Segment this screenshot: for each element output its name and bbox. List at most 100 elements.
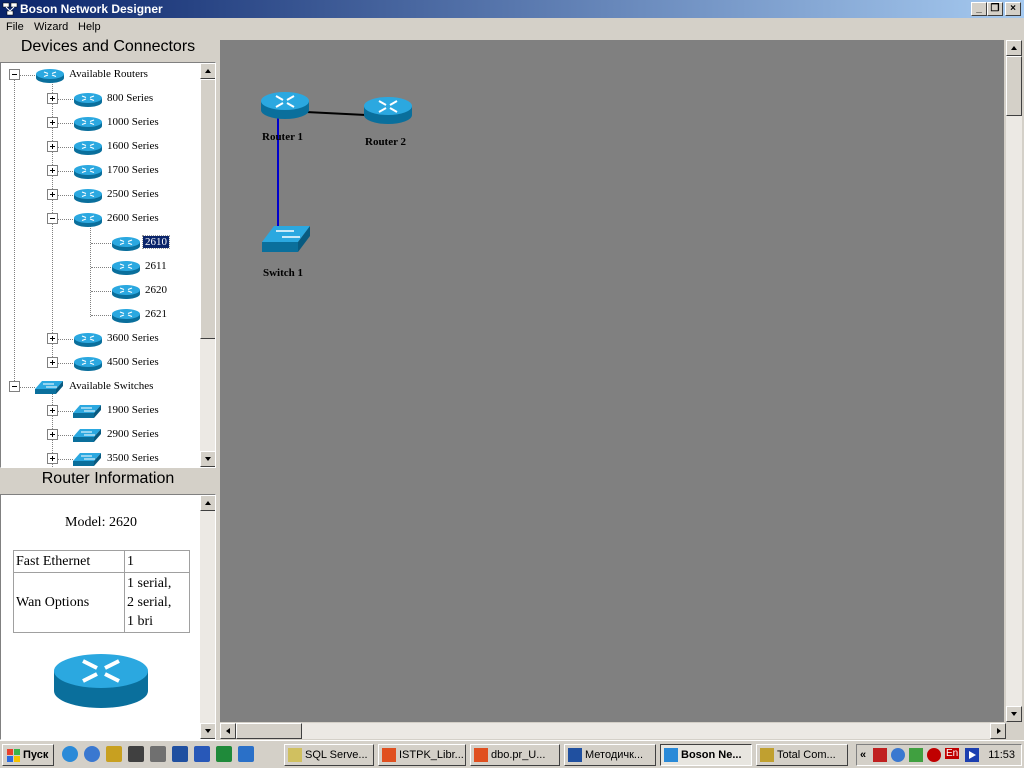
tree-scroll-thumb[interactable] <box>200 79 215 339</box>
taskbar-button-label: Boson Ne... <box>681 749 742 761</box>
app-icon <box>382 748 396 762</box>
excel-icon[interactable] <box>216 746 232 762</box>
tree-item[interactable]: Available Routers <box>1 65 200 85</box>
tree-scrollbar[interactable] <box>200 63 215 467</box>
tree-item[interactable]: 4500 Series <box>1 353 200 373</box>
switch-icon <box>73 451 103 467</box>
word-icon[interactable] <box>194 746 210 762</box>
tray-security-icon[interactable] <box>927 748 941 762</box>
tree-item[interactable]: 2600 Series <box>1 209 200 229</box>
expand-icon[interactable] <box>47 405 58 416</box>
switch1-node[interactable] <box>262 226 310 252</box>
chess-icon[interactable] <box>128 746 144 762</box>
tree-item[interactable]: 2900 Series <box>1 425 200 445</box>
expand-icon[interactable] <box>47 453 58 464</box>
router-icon <box>73 91 103 110</box>
tree-item[interactable]: 1700 Series <box>1 161 200 181</box>
tree-scroll-up-button[interactable] <box>200 63 215 79</box>
device-tree: Available Routers 800 Series 1000 Series 16… <box>0 62 216 468</box>
close-button[interactable]: × <box>1005 2 1021 16</box>
tree-guide-line <box>91 291 111 292</box>
collapse-icon[interactable] <box>47 213 58 224</box>
window-title: Boson Network Designer <box>20 2 163 16</box>
collapse-icon[interactable] <box>9 381 20 392</box>
taskbar-button-label: Методичк... <box>585 749 644 761</box>
tree-item[interactable]: 800 Series <box>1 89 200 109</box>
expand-icon[interactable] <box>47 333 58 344</box>
ie-icon[interactable] <box>62 746 78 762</box>
tree-item[interactable]: 2611 <box>1 257 200 277</box>
expand-icon[interactable] <box>47 189 58 200</box>
expand-icon[interactable] <box>47 357 58 368</box>
router2-node[interactable] <box>364 97 412 124</box>
maximize-button[interactable]: ❐ <box>987 2 1003 16</box>
save-icon[interactable] <box>172 746 188 762</box>
tree-item[interactable]: 2621 <box>1 305 200 325</box>
canvas-scroll-left-button[interactable] <box>220 723 236 739</box>
link-router1-router2[interactable] <box>305 111 367 116</box>
tree-item-label: 3500 Series <box>107 452 159 464</box>
info-scroll-down-button[interactable] <box>200 723 215 739</box>
expand-icon[interactable] <box>47 429 58 440</box>
canvas-hscroll-thumb[interactable] <box>236 723 302 739</box>
expand-icon[interactable] <box>47 165 58 176</box>
tree-scroll-down-button[interactable] <box>200 451 215 467</box>
router1-node[interactable] <box>261 92 309 119</box>
tree-item-label: 1600 Series <box>107 140 159 152</box>
taskbar-button[interactable]: ISTPK_Libr... <box>378 744 466 766</box>
network-icon[interactable] <box>150 746 166 762</box>
tray-network-icon[interactable] <box>891 748 905 762</box>
canvas-vscroll-thumb[interactable] <box>1006 56 1022 116</box>
canvas-vertical-scrollbar[interactable] <box>1006 40 1022 722</box>
router-info-panel: Model: 2620 Fast Ethernet 1 Wan Options … <box>0 494 216 740</box>
tree-item[interactable]: 1000 Series <box>1 113 200 133</box>
tree-item[interactable]: 3500 Series <box>1 449 200 467</box>
tray-app-icon[interactable] <box>873 748 887 762</box>
canvas-horizontal-scrollbar[interactable] <box>220 723 1006 739</box>
browser-icon[interactable] <box>84 746 100 762</box>
menu-wizard[interactable]: Wizard <box>34 21 68 33</box>
tree-item[interactable]: 1600 Series <box>1 137 200 157</box>
canvas-scroll-up-button[interactable] <box>1006 40 1022 56</box>
router-icon <box>111 283 141 302</box>
start-button[interactable]: Пуск <box>2 744 54 766</box>
canvas-scroll-down-button[interactable] <box>1006 706 1022 722</box>
tree-item[interactable]: 1900 Series <box>1 401 200 421</box>
collapse-icon[interactable] <box>9 69 20 80</box>
router-icon <box>73 139 103 158</box>
taskbar-button[interactable]: Boson Ne... <box>660 744 752 766</box>
network-canvas[interactable]: Router 1 Router 2 Switch 1 <box>220 40 1004 722</box>
expand-icon[interactable] <box>47 117 58 128</box>
router2-label: Router 2 <box>365 136 407 148</box>
app-icon <box>760 748 774 762</box>
tray-language-indicator[interactable]: En <box>945 748 960 759</box>
router-icon <box>73 211 103 230</box>
tree-item[interactable]: 3600 Series <box>1 329 200 349</box>
tree-item[interactable]: 2500 Series <box>1 185 200 205</box>
tray-expand-icon[interactable]: « <box>860 749 866 761</box>
tray-status-icon[interactable] <box>909 748 923 762</box>
info-scrollbar[interactable] <box>200 495 215 739</box>
menu-help[interactable]: Help <box>78 21 101 33</box>
menu-file[interactable]: File <box>6 21 24 33</box>
tree-item-label: 1900 Series <box>107 404 159 416</box>
tree-guide-line <box>91 243 111 244</box>
canvas-scroll-right-button[interactable] <box>990 723 1006 739</box>
expand-icon[interactable] <box>47 141 58 152</box>
minimize-button[interactable]: _ <box>971 2 987 16</box>
taskbar-button[interactable]: Total Com... <box>756 744 848 766</box>
app-icon <box>474 748 488 762</box>
taskbar-button[interactable]: dbo.pr_U... <box>470 744 560 766</box>
media-icon[interactable] <box>106 746 122 762</box>
info-scroll-up-button[interactable] <box>200 495 215 511</box>
expand-icon[interactable] <box>47 93 58 104</box>
taskbar-button[interactable]: Методичк... <box>564 744 656 766</box>
tree-item[interactable]: 2610 <box>1 233 200 253</box>
title-bar: Boson Network Designer _ ❐ × <box>0 0 1024 18</box>
taskbar-button[interactable]: SQL Serve... <box>284 744 374 766</box>
tree-item[interactable]: Available Switches <box>1 377 200 397</box>
tree-item[interactable]: 2620 <box>1 281 200 301</box>
outlook-icon[interactable] <box>238 746 254 762</box>
tray-media-play-icon[interactable] <box>965 748 979 762</box>
router-icon <box>73 163 103 182</box>
